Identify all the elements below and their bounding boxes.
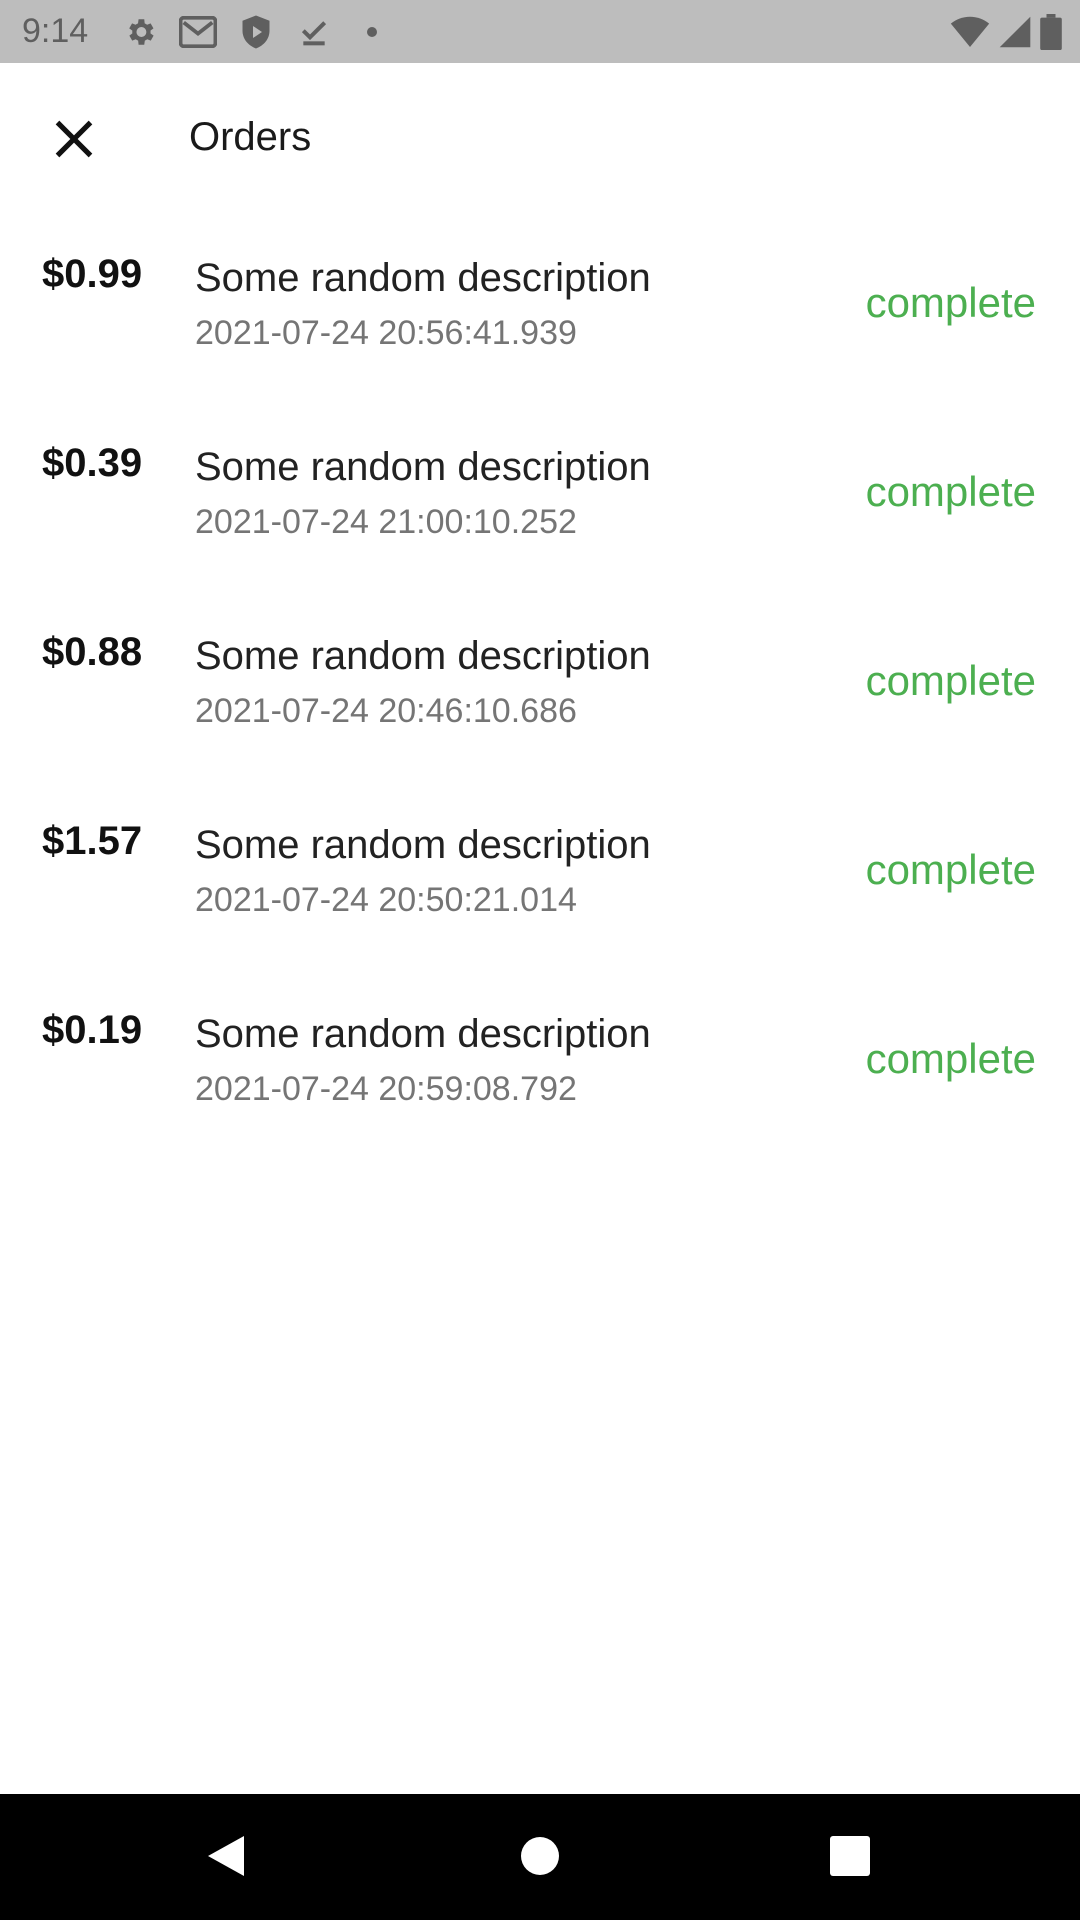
order-timestamp: 2021-07-24 20:50:21.014 (195, 881, 577, 919)
order-row[interactable]: $0.39 Some random description 2021-07-24… (0, 409, 1080, 598)
status-time: 9:14 (22, 12, 89, 50)
order-amount: $0.19 (42, 1008, 143, 1052)
home-icon (520, 1836, 560, 1881)
status-icons-left (120, 12, 410, 52)
shield-icon (236, 12, 276, 52)
order-row[interactable]: $0.99 Some random description 2021-07-24… (0, 220, 1080, 409)
close-icon (52, 117, 96, 166)
dot-icon (352, 12, 392, 52)
navigation-bar (0, 1794, 1080, 1920)
order-row[interactable]: $0.88 Some random description 2021-07-24… (0, 598, 1080, 787)
recents-icon (830, 1835, 870, 1881)
order-description: Some random description (195, 445, 651, 489)
back-button[interactable] (196, 1828, 256, 1888)
status-icons-right (942, 12, 1062, 52)
home-button[interactable] (510, 1828, 570, 1888)
download-done-icon (294, 12, 334, 52)
order-timestamp: 2021-07-24 20:59:08.792 (195, 1070, 577, 1108)
order-amount: $0.99 (42, 252, 143, 296)
gmail-icon (178, 12, 218, 52)
recents-button[interactable] (820, 1828, 880, 1888)
order-status: complete (865, 468, 1036, 515)
order-description: Some random description (195, 1012, 651, 1056)
close-button[interactable] (38, 105, 110, 177)
page-title: Orders (189, 115, 312, 159)
order-timestamp: 2021-07-24 21:00:10.252 (195, 503, 577, 541)
order-status: complete (865, 657, 1036, 704)
order-status: complete (865, 1035, 1036, 1082)
gear-icon (120, 12, 160, 52)
status-bar: 9:14 (0, 0, 1080, 63)
order-description: Some random description (195, 634, 651, 678)
order-timestamp: 2021-07-24 20:56:41.939 (195, 314, 577, 352)
order-amount: $0.39 (42, 441, 143, 485)
back-icon (204, 1832, 248, 1885)
order-amount: $1.57 (42, 819, 143, 863)
battery-icon (1040, 12, 1062, 52)
order-description: Some random description (195, 823, 651, 867)
order-row[interactable]: $1.57 Some random description 2021-07-24… (0, 787, 1080, 976)
app-bar: Orders (0, 63, 1080, 209)
wifi-icon (950, 12, 990, 52)
order-row[interactable]: $0.19 Some random description 2021-07-24… (0, 976, 1080, 1165)
order-amount: $0.88 (42, 630, 143, 674)
order-status: complete (865, 846, 1036, 893)
order-timestamp: 2021-07-24 20:46:10.686 (195, 692, 577, 730)
order-status: complete (865, 279, 1036, 326)
order-description: Some random description (195, 256, 651, 300)
signal-icon (998, 12, 1032, 52)
orders-list: $0.99 Some random description 2021-07-24… (0, 220, 1080, 1165)
